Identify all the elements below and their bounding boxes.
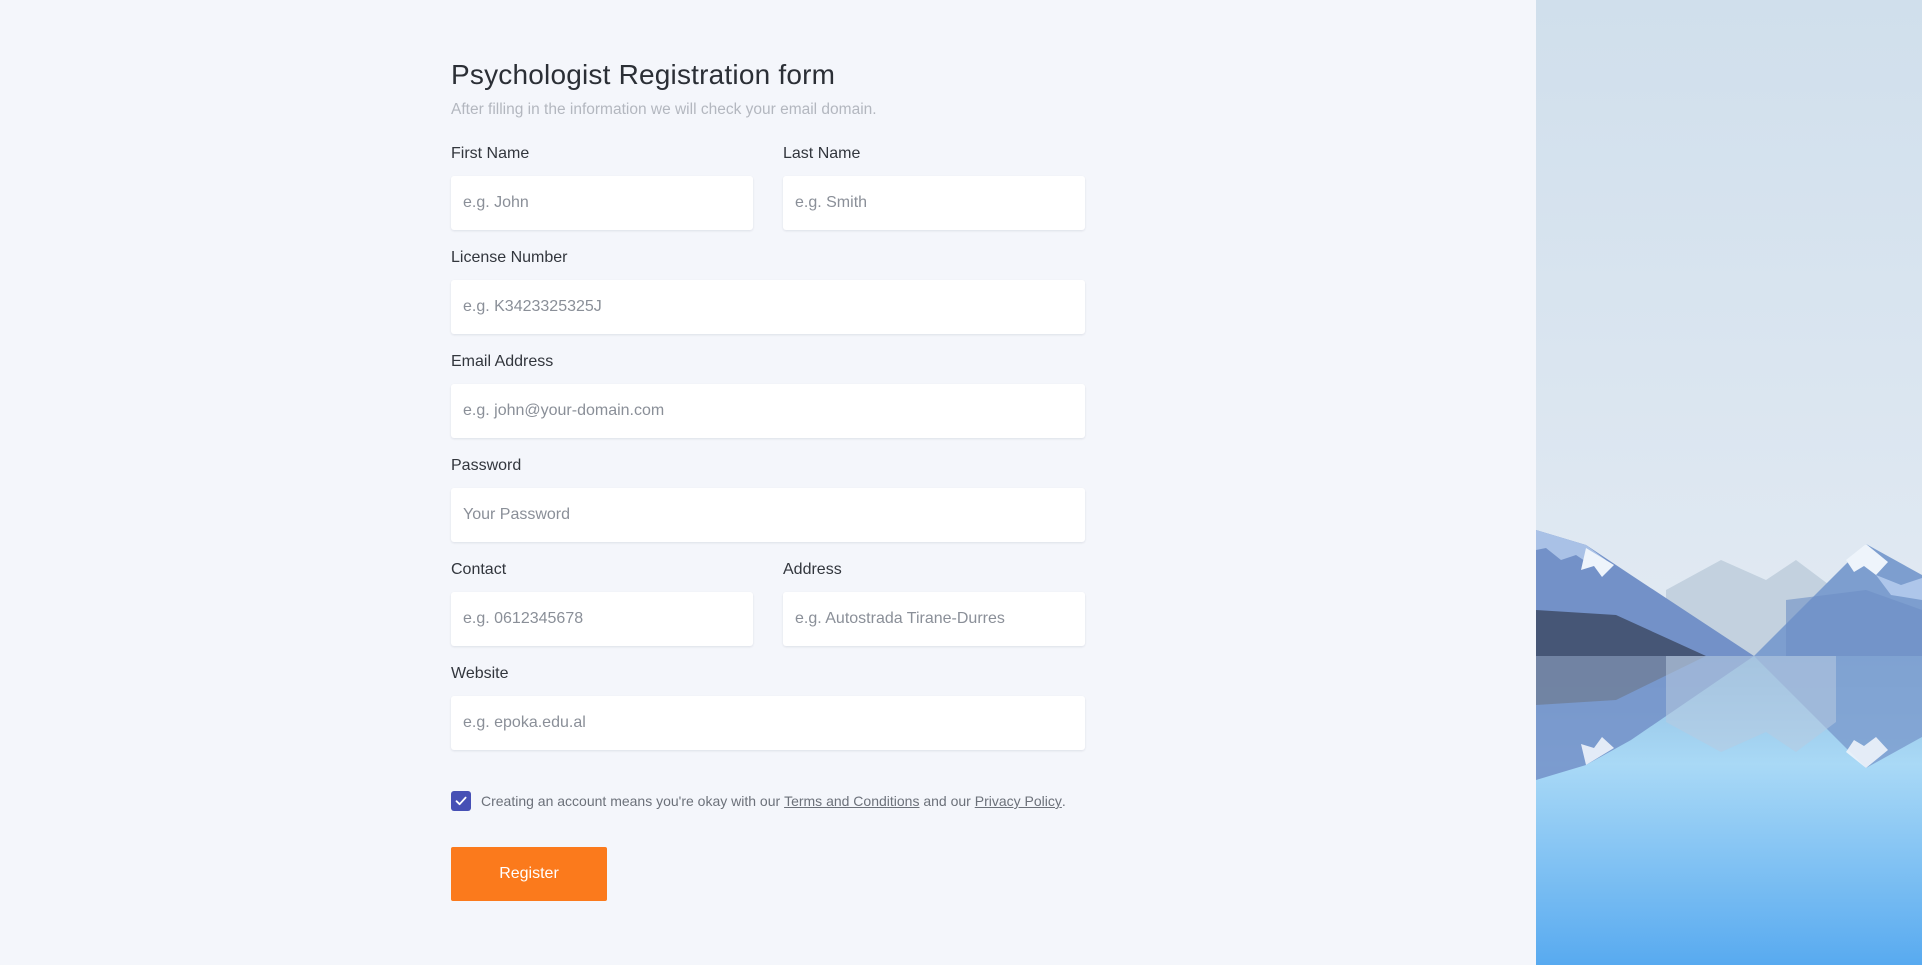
page-title: Psychologist Registration form bbox=[451, 59, 836, 90]
license-input[interactable] bbox=[451, 280, 1085, 334]
consent-text-after: . bbox=[1061, 793, 1066, 809]
email-input[interactable] bbox=[451, 384, 1085, 438]
contact-address-row: Contact Address bbox=[451, 560, 1085, 646]
registration-form: Psychologist Registration form After fil… bbox=[451, 56, 1085, 901]
license-label: License Number bbox=[451, 249, 568, 266]
password-group: Password bbox=[451, 456, 1085, 542]
last-name-input[interactable] bbox=[783, 176, 1085, 230]
first-name-input[interactable] bbox=[451, 176, 753, 230]
website-row: Website bbox=[451, 664, 1085, 750]
email-row: Email Address bbox=[451, 352, 1085, 438]
mountain-lake-illustration bbox=[1536, 0, 1922, 965]
license-row: License Number bbox=[451, 248, 1085, 334]
scenery-image bbox=[1536, 0, 1922, 965]
contact-group: Contact bbox=[451, 560, 753, 646]
password-label: Password bbox=[451, 457, 522, 474]
consent-text-middle: and our bbox=[919, 793, 975, 809]
first-name-label: First Name bbox=[451, 145, 530, 162]
terms-link[interactable]: Terms and Conditions bbox=[784, 793, 919, 809]
website-input[interactable] bbox=[451, 696, 1085, 750]
address-group: Address bbox=[783, 560, 1085, 646]
last-name-label: Last Name bbox=[783, 145, 861, 162]
privacy-link[interactable]: Privacy Policy bbox=[975, 793, 1062, 809]
email-label: Email Address bbox=[451, 353, 554, 370]
page-subtitle: After filling in the information we will… bbox=[451, 101, 877, 118]
name-row: First Name Last Name bbox=[451, 144, 1085, 230]
password-row: Password bbox=[451, 456, 1085, 542]
consent-text-before: Creating an account means you're okay wi… bbox=[481, 793, 785, 809]
contact-label: Contact bbox=[451, 561, 507, 578]
registration-page: Psychologist Registration form After fil… bbox=[0, 0, 1922, 965]
first-name-group: First Name bbox=[451, 144, 753, 230]
terms-consent: Creating an account means you're okay wi… bbox=[451, 791, 1085, 811]
website-label: Website bbox=[451, 665, 509, 682]
address-input[interactable] bbox=[783, 592, 1085, 646]
contact-input[interactable] bbox=[451, 592, 753, 646]
last-name-group: Last Name bbox=[783, 144, 1085, 230]
website-group: Website bbox=[451, 664, 1085, 750]
address-label: Address bbox=[783, 561, 842, 578]
email-group: Email Address bbox=[451, 352, 1085, 438]
license-group: License Number bbox=[451, 248, 1085, 334]
check-icon bbox=[455, 796, 467, 806]
terms-checkbox[interactable] bbox=[451, 791, 471, 811]
register-button[interactable]: Register bbox=[451, 847, 607, 901]
password-input[interactable] bbox=[451, 488, 1085, 542]
